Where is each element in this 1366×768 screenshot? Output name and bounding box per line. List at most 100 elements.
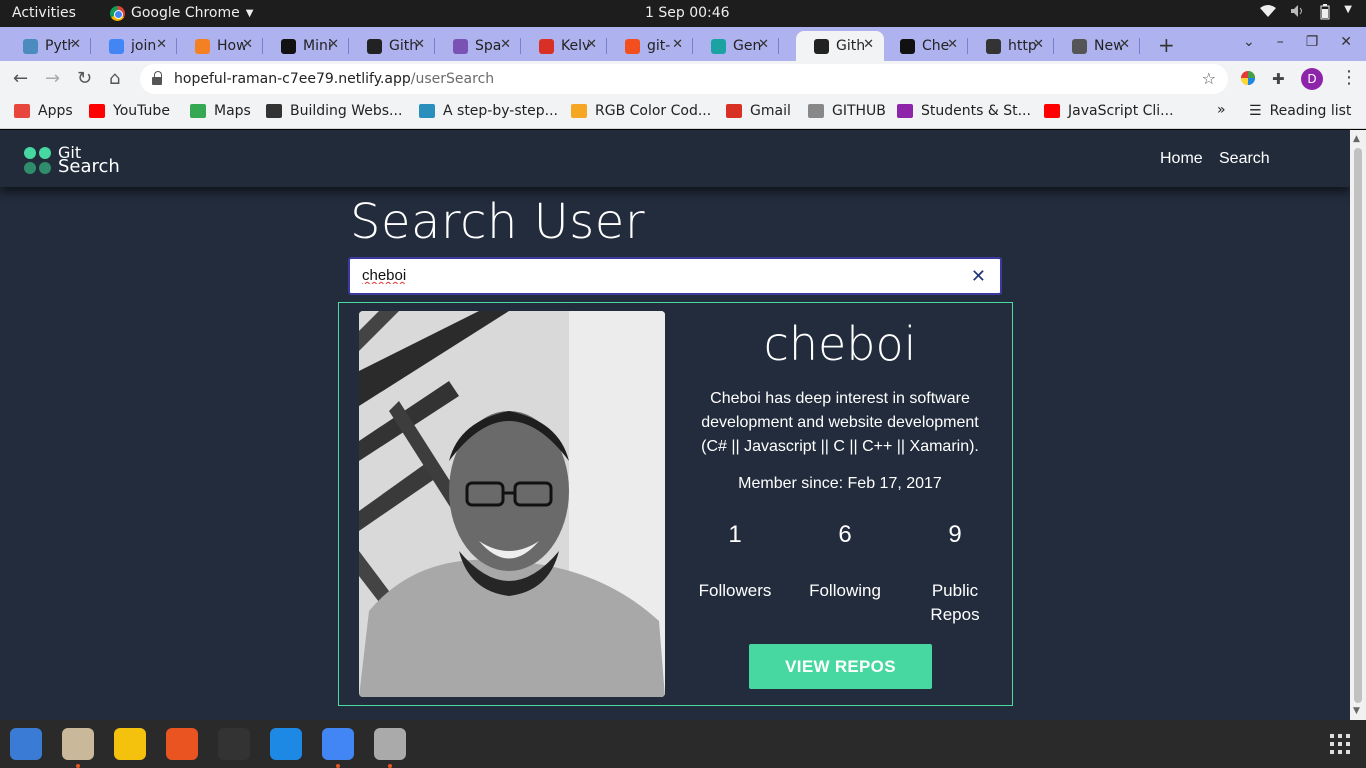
close-tab-icon[interactable]: ✕: [1033, 37, 1044, 52]
stat-label: Public Repos: [930, 581, 980, 624]
tab-search-icon[interactable]: ⌄: [1243, 34, 1255, 50]
tab-title: git-: [647, 38, 671, 54]
google-icon: [109, 38, 124, 54]
app-name: Google Chrome: [131, 5, 240, 21]
rhythmbox-icon[interactable]: [114, 728, 146, 760]
browser-tab[interactable]: New ✕: [1054, 31, 1140, 61]
user-avatar-photo: [359, 311, 665, 697]
close-window-button[interactable]: ✕: [1340, 34, 1352, 50]
bookmark-star-icon[interactable]: ☆: [1202, 69, 1216, 88]
bookmarks-overflow-button[interactable]: »: [1217, 102, 1226, 118]
files-icon[interactable]: [62, 728, 94, 760]
bookmark-item[interactable]: Students & St...: [897, 103, 1031, 119]
close-tab-icon[interactable]: ✕: [758, 37, 769, 52]
new-tab-button[interactable]: +: [1158, 33, 1175, 57]
bookmark-label: Apps: [38, 103, 73, 119]
nav-search-link[interactable]: Search: [1219, 150, 1270, 168]
window-controls: ⌄ – ❐ ✕: [1243, 34, 1352, 50]
browser-tab[interactable]: Pyth ✕: [5, 31, 91, 61]
close-tab-icon[interactable]: ✕: [947, 37, 958, 52]
vscode-icon[interactable]: [270, 728, 302, 760]
minimize-button[interactable]: –: [1277, 34, 1284, 50]
system-tray[interactable]: ▼: [1260, 4, 1352, 24]
bookmark-item[interactable]: GITHUB: [808, 103, 886, 119]
bookmark-item[interactable]: RGB Color Cod...: [571, 103, 711, 119]
bookmarks-bar: Apps YouTube Maps Building Webs... A step-by…: [0, 97, 1366, 129]
page-scrollbar[interactable]: ▲ ▼: [1350, 130, 1366, 720]
browser-tab[interactable]: Che ✕: [882, 31, 968, 61]
url-host: hopeful-raman-c7ee79.netlify.app: [174, 71, 411, 87]
angular-icon: [814, 38, 829, 54]
python-icon: [23, 38, 38, 54]
close-tab-icon[interactable]: ✕: [586, 37, 597, 52]
chrome-menu-icon[interactable]: ⋮: [1340, 67, 1358, 88]
browser-tab[interactable]: join ✕: [91, 31, 177, 61]
close-tab-icon[interactable]: ✕: [242, 37, 253, 52]
address-bar[interactable]: hopeful-raman-c7ee79.netlify.app/userSea…: [140, 64, 1228, 94]
tab-title: How: [217, 38, 245, 54]
tab-title: Pyth: [45, 38, 73, 54]
back-button[interactable]: ←: [13, 68, 28, 89]
scrollbar-thumb[interactable]: [1354, 148, 1362, 703]
close-tab-icon[interactable]: ✕: [1119, 37, 1130, 52]
browser-tab[interactable]: Gith ✕: [796, 31, 884, 61]
browser-tab[interactable]: Gith ✕: [349, 31, 435, 61]
bookmark-item[interactable]: Gmail: [726, 103, 791, 119]
thunderbird-icon[interactable]: [10, 728, 42, 760]
scroll-down-icon[interactable]: ▼: [1353, 706, 1360, 716]
bookmark-item[interactable]: Maps: [190, 103, 251, 119]
restore-button[interactable]: ❐: [1306, 34, 1319, 50]
chrome-icon[interactable]: [322, 728, 354, 760]
bookmark-label: JavaScript Cli...: [1068, 103, 1174, 119]
running-indicator: [76, 764, 80, 768]
close-tab-icon[interactable]: ✕: [500, 37, 511, 52]
screenshot-icon[interactable]: [374, 728, 406, 760]
app-menu[interactable]: Google Chrome ▼: [110, 5, 253, 21]
nav-home-link[interactable]: Home: [1160, 150, 1203, 168]
reading-list-button[interactable]: ☰ Reading list: [1249, 103, 1351, 119]
extensions-puzzle-icon[interactable]: ✚: [1272, 70, 1285, 88]
terminal-icon[interactable]: [218, 728, 250, 760]
software-store-icon[interactable]: [166, 728, 198, 760]
browser-tab[interactable]: Kelv ✕: [521, 31, 607, 61]
browser-tab[interactable]: Mini ✕: [263, 31, 349, 61]
bookmark-item[interactable]: YouTube: [89, 103, 170, 119]
browser-tab[interactable]: http ✕: [968, 31, 1054, 61]
bookmark-item[interactable]: Building Webs...: [266, 103, 402, 119]
stat-value: 1: [728, 521, 742, 548]
close-tab-icon[interactable]: ✕: [156, 37, 167, 52]
r-icon: [571, 104, 587, 118]
bookmark-item[interactable]: JavaScript Cli...: [1044, 103, 1174, 119]
apps-grid-icon: [14, 104, 30, 118]
close-tab-icon[interactable]: ✕: [328, 37, 339, 52]
browser-tab[interactable]: Spa ✕: [435, 31, 521, 61]
system-menu-icon: ▼: [1344, 4, 1352, 15]
close-tab-icon[interactable]: ✕: [70, 37, 81, 52]
stat-value: 9: [948, 521, 962, 548]
close-tab-icon[interactable]: ✕: [414, 37, 425, 52]
reload-button[interactable]: ↻: [77, 68, 92, 89]
globe-icon: [986, 38, 1001, 54]
show-apps-grid-icon[interactable]: [1330, 734, 1350, 754]
scroll-up-icon[interactable]: ▲: [1353, 134, 1360, 144]
profile-avatar[interactable]: D: [1301, 68, 1323, 90]
clear-search-icon[interactable]: ✕: [971, 266, 986, 287]
color-wheel-extension-icon[interactable]: [1240, 70, 1256, 90]
browser-tab[interactable]: Gen ✕: [693, 31, 779, 61]
bookmark-item[interactable]: A step-by-step...: [419, 103, 558, 119]
view-repos-button[interactable]: VIEW REPOS: [749, 644, 932, 689]
close-tab-icon[interactable]: ✕: [863, 37, 874, 52]
tab-strip: Pyth ✕ join ✕ How ✕ Mini ✕ Gith ✕ Spa ✕ Kelv ✕ git- ✕ Ge…: [0, 27, 1366, 61]
clock[interactable]: 1 Sep 00:46: [645, 5, 730, 21]
browser-tab[interactable]: How ✕: [177, 31, 263, 61]
search-box: ✕: [348, 257, 1002, 295]
close-tab-icon[interactable]: ✕: [672, 37, 683, 52]
browser-tab[interactable]: git- ✕: [607, 31, 693, 61]
bookmark-label: YouTube: [113, 103, 170, 119]
home-button[interactable]: ⌂: [109, 68, 120, 89]
forward-button[interactable]: →: [45, 68, 60, 89]
bookmark-item[interactable]: Apps: [14, 103, 73, 119]
hn-icon: [281, 38, 296, 54]
activities-button[interactable]: Activities: [12, 5, 76, 21]
search-input[interactable]: [362, 267, 962, 284]
